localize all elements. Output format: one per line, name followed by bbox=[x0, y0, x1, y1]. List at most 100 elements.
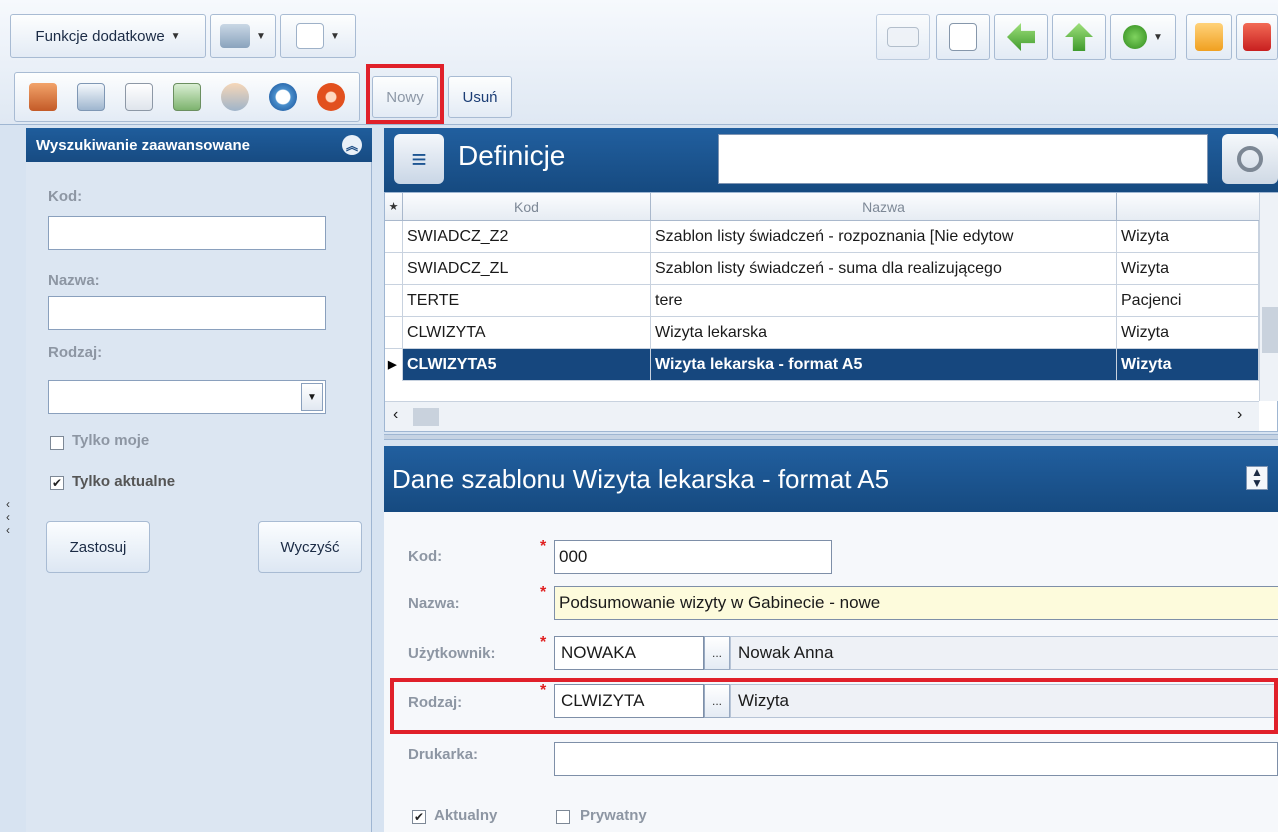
up-arrow-icon bbox=[1065, 23, 1093, 51]
printer-icon bbox=[220, 24, 251, 48]
nazwa-input[interactable]: Podsumowanie wizyty w Gabinecie - nowe bbox=[554, 586, 1278, 620]
aktualny-checkbox[interactable]: ✔ bbox=[412, 810, 426, 824]
cell-rodzaj: Wizyta bbox=[1117, 221, 1259, 253]
collapse-up-icon[interactable]: ︽ bbox=[342, 135, 362, 155]
toolbar: Funkcje dodatkowe ▼ ▼ ▼ Nowy Usuń ▼ bbox=[0, 0, 1278, 125]
search-panel: Wyszukiwanie zaawansowane ︽ Kod: Nazwa: … bbox=[26, 128, 372, 832]
uzytkownik-code-input[interactable]: NOWAKA bbox=[554, 636, 704, 670]
kod-input[interactable]: 000 bbox=[554, 540, 832, 574]
up-button[interactable] bbox=[1052, 14, 1106, 60]
zastosuj-button[interactable]: Zastosuj bbox=[46, 521, 150, 573]
details-title: Dane szablonu Wizyta lekarska - format A… bbox=[392, 463, 890, 494]
details-panel: Dane szablonu Wizyta lekarska - format A… bbox=[384, 446, 1278, 832]
cell-nazwa: Wizyta lekarska bbox=[651, 317, 1117, 349]
cell-nazwa: Szablon listy świadczeń - suma dla reali… bbox=[651, 253, 1117, 285]
splitter[interactable] bbox=[384, 434, 1278, 440]
table-row[interactable]: CLWIZYTA Wizyta lekarska Wizyta bbox=[385, 317, 1278, 349]
scroll-right-icon[interactable]: › bbox=[1237, 406, 1242, 424]
row-indicator[interactable] bbox=[385, 285, 403, 317]
drukarka-input[interactable] bbox=[554, 742, 1278, 776]
cell-nazwa: Wizyta lekarska - format A5 bbox=[651, 349, 1117, 381]
cell-rodzaj: Pacjenci bbox=[1117, 285, 1259, 317]
tylko-moje-checkbox[interactable] bbox=[50, 436, 64, 450]
expand-collapse-icon[interactable]: ▲ ▼ bbox=[1246, 466, 1268, 490]
wyczysc-button[interactable]: Wyczyść bbox=[258, 521, 362, 573]
search-button[interactable] bbox=[1222, 134, 1278, 184]
notepad-icon[interactable] bbox=[125, 83, 153, 111]
grid-header: ★ Kod Nazwa bbox=[385, 193, 1278, 221]
cell-kod: CLWIZYTA5 bbox=[403, 349, 651, 381]
search-panel-title: Wyszukiwanie zaawansowane bbox=[36, 136, 250, 154]
back-button[interactable] bbox=[994, 14, 1048, 60]
dropdown-arrow-icon[interactable]: ▼ bbox=[301, 383, 323, 411]
usun-button[interactable]: Usuń bbox=[448, 76, 512, 118]
tylko-moje-label: Tylko moje bbox=[72, 432, 150, 449]
rodzaj-select[interactable]: ▼ bbox=[48, 380, 326, 414]
cell-kod: CLWIZYTA bbox=[403, 317, 651, 349]
row-indicator[interactable] bbox=[385, 253, 403, 285]
chevron-down-icon: ▼ bbox=[330, 30, 340, 42]
definitions-icon: ≡ bbox=[394, 134, 444, 184]
refresh-icon[interactable] bbox=[269, 83, 297, 111]
nazwa-search-input[interactable] bbox=[48, 296, 326, 330]
required-mark: * bbox=[540, 584, 547, 601]
horizontal-scrollbar[interactable]: ‹ › bbox=[385, 401, 1259, 431]
details-header: Dane szablonu Wizyta lekarska - format A… bbox=[384, 446, 1278, 512]
definicje-title: Definicje bbox=[458, 140, 566, 171]
power-button[interactable] bbox=[1236, 14, 1278, 60]
required-mark: * bbox=[540, 634, 547, 651]
settings-icon[interactable] bbox=[317, 83, 345, 111]
help-button[interactable]: ▼ bbox=[1110, 14, 1176, 60]
uzytkownik-browse-button[interactable]: ... bbox=[704, 636, 730, 670]
nazwa-label: Nazwa: bbox=[48, 272, 100, 289]
chevron-down-icon: ▼ bbox=[170, 30, 181, 42]
rodzaj-label: Rodzaj: bbox=[48, 344, 103, 361]
hscroll-thumb[interactable] bbox=[413, 408, 439, 426]
star-icon: ★ bbox=[385, 193, 403, 221]
column-header-nazwa[interactable]: Nazwa bbox=[651, 193, 1117, 221]
nazwa-label: Nazwa: bbox=[408, 595, 460, 612]
tylko-aktualne-checkbox[interactable]: ✔ bbox=[50, 476, 64, 490]
cell-nazwa: tere bbox=[651, 285, 1117, 317]
nav-icon-bar bbox=[14, 72, 360, 122]
cell-rodzaj: Wizyta bbox=[1117, 349, 1259, 381]
document-icon[interactable] bbox=[173, 83, 201, 111]
prywatny-checkbox[interactable] bbox=[556, 810, 570, 824]
fax-icon bbox=[949, 23, 977, 51]
highlight-frame bbox=[366, 64, 444, 124]
kod-search-input[interactable] bbox=[48, 216, 326, 250]
funkcje-dodatkowe-button[interactable]: Funkcje dodatkowe ▼ bbox=[10, 14, 206, 58]
search-panel-header: Wyszukiwanie zaawansowane ︽ bbox=[26, 128, 372, 162]
home-icon[interactable] bbox=[29, 83, 57, 111]
view-button[interactable]: ▼ bbox=[280, 14, 356, 58]
users-icon[interactable] bbox=[221, 83, 249, 111]
highlight-frame bbox=[390, 678, 1278, 734]
column-header-kod[interactable]: Kod bbox=[403, 193, 651, 221]
table-row[interactable]: TERTE tere Pacjenci bbox=[385, 285, 1278, 317]
row-indicator[interactable] bbox=[385, 317, 403, 349]
fax-button[interactable] bbox=[936, 14, 990, 60]
table-row[interactable]: SWIADCZ_ZL Szablon listy świadczeń - suma… bbox=[385, 253, 1278, 285]
row-pointer-icon[interactable]: ▶ bbox=[385, 349, 403, 381]
zastosuj-label: Zastosuj bbox=[69, 538, 127, 556]
kod-label: Kod: bbox=[48, 188, 83, 205]
drukarka-label: Drukarka: bbox=[408, 746, 479, 763]
scroll-thumb[interactable] bbox=[1262, 307, 1278, 353]
search-icon bbox=[1237, 146, 1263, 172]
row-indicator[interactable] bbox=[385, 221, 403, 253]
vertical-scrollbar[interactable] bbox=[1259, 193, 1278, 401]
lock-icon bbox=[1195, 23, 1223, 51]
help-icon bbox=[1123, 25, 1148, 49]
definicje-search-input[interactable] bbox=[718, 134, 1208, 184]
lock-button[interactable] bbox=[1186, 14, 1232, 60]
print-button[interactable]: ▼ bbox=[210, 14, 276, 58]
table-row[interactable]: ▶ CLWIZYTA5 Wizyta lekarska - format A5 Wiz… bbox=[385, 349, 1278, 381]
side-collapse-icon[interactable]: ‹ ‹ ‹ bbox=[6, 498, 10, 537]
mail-icon bbox=[887, 27, 919, 47]
usun-label: Usuń bbox=[462, 88, 498, 106]
scroll-left-icon[interactable]: ‹ bbox=[393, 406, 398, 424]
table-row[interactable]: SWIADCZ_Z2 Szablon listy świadczeń - rozp… bbox=[385, 221, 1278, 253]
mail-button[interactable] bbox=[876, 14, 930, 60]
window-icon[interactable] bbox=[77, 83, 105, 111]
cell-rodzaj: Wizyta bbox=[1117, 317, 1259, 349]
